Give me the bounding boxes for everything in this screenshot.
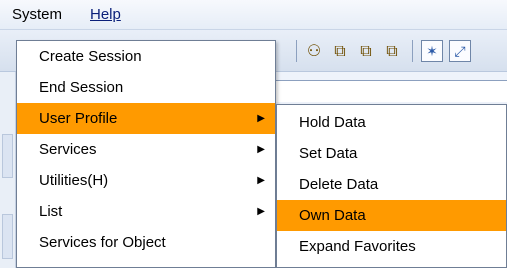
menu-item-list[interactable]: List ▶ (17, 196, 275, 227)
submenu-item-own-data[interactable]: Own Data (277, 200, 506, 231)
submenu-item-label: Expand Favorites (299, 238, 416, 255)
menu-item-services[interactable]: Services ▶ (17, 134, 275, 165)
menu-item-services-for-object[interactable]: Services for Object (17, 227, 275, 258)
menu-item-label: Services (39, 141, 97, 158)
menu-help[interactable]: Help (90, 6, 121, 24)
menu-system[interactable]: System (12, 6, 62, 24)
menu-item-utilities[interactable]: Utilities(H) ▶ (17, 165, 275, 196)
menu-item-label: Services for Object (39, 234, 166, 251)
submenu-item-set-data[interactable]: Set Data (277, 138, 506, 169)
left-pane (0, 72, 16, 268)
menu-item-create-session[interactable]: Create Session (17, 41, 275, 72)
user-profile-submenu: Hold Data Set Data Delete Data Own Data … (276, 104, 507, 268)
menu-item-label: User Profile (39, 110, 118, 127)
chevron-right-icon: ▶ (257, 113, 265, 124)
create-session-icon[interactable]: ⚇ (303, 40, 325, 62)
submenu-item-label: Hold Data (299, 114, 366, 131)
menu-item-label: End Session (39, 79, 124, 96)
toolbar-separator (412, 40, 413, 62)
input-field-background (270, 80, 507, 102)
chevron-right-icon: ▶ (257, 144, 265, 155)
paste-icon[interactable]: ⧉ (355, 40, 377, 62)
chevron-right-icon: ▶ (257, 175, 265, 186)
submenu-item-delete-data[interactable]: Delete Data (277, 169, 506, 200)
submenu-item-expand-favorites[interactable]: Expand Favorites (277, 231, 506, 262)
menu-item-user-profile[interactable]: User Profile ▶ (17, 103, 275, 134)
copy-icon[interactable]: ⧉ (329, 40, 351, 62)
submenu-item-label: Delete Data (299, 176, 379, 193)
print-icon[interactable]: ⧉ (381, 40, 403, 62)
menu-item-label: List (39, 203, 63, 220)
menu-item-label: Utilities(H) (39, 172, 109, 189)
menubar: System Help (0, 0, 507, 30)
layout-icon[interactable]: ⤢ (449, 40, 471, 62)
submenu-item-label: Own Data (299, 207, 366, 224)
help-icon[interactable]: ✶ (421, 40, 443, 62)
menu-item-label: Create Session (39, 48, 142, 65)
left-pane-divider (2, 214, 13, 259)
left-pane-divider (2, 134, 13, 178)
submenu-item-hold-data[interactable]: Hold Data (277, 107, 506, 138)
chevron-right-icon: ▶ (257, 206, 265, 217)
system-menu: Create Session End Session User Profile … (16, 40, 276, 268)
menu-item-end-session[interactable]: End Session (17, 72, 275, 103)
submenu-item-label: Set Data (299, 145, 358, 162)
toolbar-separator (296, 40, 297, 62)
